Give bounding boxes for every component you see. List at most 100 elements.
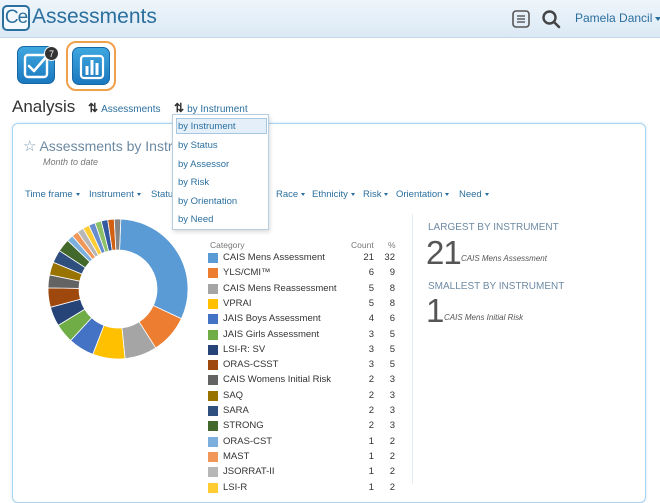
- panel-subtitle: Month to date: [43, 157, 99, 167]
- filter-orientation[interactable]: Orientation: [396, 189, 450, 200]
- search-icon[interactable]: [541, 9, 561, 29]
- smallest-name: CAIS Mens Initial Risk: [444, 313, 524, 322]
- legend-pct: 2: [389, 466, 395, 478]
- legend-count: 21: [363, 252, 374, 263]
- legend-row: LSI-R: SV 3 5: [208, 343, 408, 358]
- legend-count: 1: [368, 481, 374, 493]
- legend-swatch: [208, 482, 218, 493]
- donut-slice[interactable]: [119, 218, 189, 320]
- app-logo[interactable]: Ce: [2, 5, 30, 31]
- chevron-down-icon: [484, 192, 489, 196]
- legend-pct: 3: [389, 389, 395, 401]
- dropdown-item-by-status[interactable]: by Status: [178, 140, 218, 151]
- filter-race[interactable]: Race: [276, 189, 306, 200]
- legend-row: JAIS Boys Assessment 4 6: [208, 312, 408, 327]
- legend-pct: 6: [389, 313, 395, 325]
- dropdown-item-by-orientation[interactable]: by Orientation: [178, 196, 237, 207]
- star-icon[interactable]: ☆: [23, 138, 36, 155]
- legend-swatch: [208, 421, 218, 432]
- legend-swatch: [208, 253, 218, 263]
- analysis-tile-button[interactable]: [72, 47, 110, 85]
- legend-category: YLS/CMI™: [223, 267, 271, 279]
- legend-pct: 5: [389, 328, 395, 340]
- legend-count: 3: [368, 343, 374, 355]
- filter-need[interactable]: Need: [459, 189, 489, 200]
- panel-title: ☆ Assessments by Instru: [23, 137, 180, 155]
- column-header-category: Category: [210, 240, 245, 250]
- tasks-count-badge: 7: [44, 46, 59, 61]
- largest-label: LARGEST BY INSTRUMENT: [428, 222, 559, 233]
- user-menu[interactable]: Pamela Dancil: [575, 11, 660, 25]
- filter-label: Time frame: [25, 189, 73, 200]
- legend-category: LSI-R: SV: [223, 343, 266, 355]
- legend-pct: 3: [389, 420, 395, 432]
- sort-assessments-link[interactable]: ⇅ Assessments: [88, 101, 161, 115]
- legend-row: JSORRAT-II 1 2: [208, 465, 408, 480]
- legend-pct: 8: [389, 297, 395, 309]
- legend-swatch: [208, 314, 218, 325]
- filter-ethnicity[interactable]: Ethnicity: [312, 189, 355, 200]
- legend-count: 4: [368, 313, 374, 325]
- legend-pct: 32: [384, 252, 395, 263]
- list-icon[interactable]: [511, 9, 531, 29]
- analysis-heading: Analysis: [12, 97, 76, 116]
- filter-risk[interactable]: Risk: [363, 189, 389, 200]
- legend-swatch: [208, 467, 218, 478]
- filter-instrument[interactable]: Instrument: [89, 189, 141, 200]
- legend-pct: 2: [389, 450, 395, 462]
- filter-label: Statu: [151, 189, 174, 200]
- chevron-down-icon: [301, 192, 306, 196]
- sort-dropdown-menu: by Instrument by Status by Assessor by R…: [172, 114, 269, 230]
- donut-chart: [47, 218, 189, 360]
- dropdown-item-by-need[interactable]: by Need: [178, 214, 213, 225]
- legend-swatch: [208, 375, 218, 386]
- legend-category: JAIS Boys Assessment: [223, 313, 321, 325]
- chevron-down-icon: [445, 192, 450, 196]
- legend-category: SARA: [223, 405, 249, 416]
- dropdown-item-by-assessor[interactable]: by Assessor: [178, 159, 229, 170]
- legend-swatch: [208, 344, 218, 355]
- legend-category: CAIS Mens Assessment: [223, 252, 325, 263]
- legend-pct: 2: [389, 435, 395, 447]
- legend-pct: 5: [389, 359, 395, 371]
- legend-row: SAQ 2 3: [208, 389, 408, 404]
- legend-row: ORAS-CST 1 2: [208, 435, 408, 450]
- filter-label: Ethnicity: [312, 189, 348, 200]
- legend-count: 2: [368, 420, 374, 432]
- dropdown-item-by-instrument[interactable]: by Instrument: [178, 121, 236, 132]
- user-name: Pamela Dancil: [575, 11, 653, 25]
- legend-row: SARA 2 3: [208, 404, 408, 419]
- filter-time-frame[interactable]: Time frame: [25, 189, 80, 200]
- chevron-down-icon: [136, 192, 141, 196]
- largest-name: CAIS Mens Assessment: [461, 254, 547, 263]
- legend-count: 2: [368, 405, 374, 416]
- filter-status[interactable]: Statu: [151, 189, 173, 200]
- panel-title-text: Assessments by Instru: [39, 138, 181, 154]
- legend-row: CAIS Mens Assessment 21 32: [208, 251, 408, 266]
- column-header-pct: %: [388, 240, 396, 250]
- legend-category: CAIS Mens Reassessment: [223, 282, 337, 294]
- legend-count: 3: [368, 328, 374, 340]
- legend-swatch: [208, 298, 218, 309]
- sort-by-instrument-link[interactable]: ⇅ by Instrument: [174, 101, 248, 115]
- legend-category: JSORRAT-II: [223, 466, 275, 478]
- legend-pct: 9: [389, 267, 395, 279]
- legend-count: 6: [368, 267, 374, 279]
- legend-pct: 8: [389, 282, 395, 294]
- legend-row: ORAS-CSST 3 5: [208, 358, 408, 373]
- dropdown-item-by-risk[interactable]: by Risk: [178, 177, 209, 188]
- legend-swatch: [208, 329, 218, 340]
- legend-pct: 5: [389, 343, 395, 355]
- filter-label: Risk: [363, 189, 382, 200]
- filter-label: Orientation: [396, 189, 443, 200]
- smallest-label: SMALLEST BY INSTRUMENT: [428, 281, 565, 292]
- legend-category: JAIS Girls Assessment: [223, 328, 320, 340]
- legend-row: JAIS Girls Assessment 3 5: [208, 328, 408, 343]
- sort-assessments-label: Assessments: [101, 104, 161, 115]
- legend-category: LSI-R: [223, 481, 248, 493]
- legend-swatch: [208, 390, 218, 401]
- filter-label: Need: [459, 189, 482, 200]
- app-header: Ce Assessments Pamela Dancil: [0, 0, 660, 38]
- legend-category: CAIS Womens Initial Risk: [223, 374, 332, 386]
- legend-swatch: [208, 436, 218, 447]
